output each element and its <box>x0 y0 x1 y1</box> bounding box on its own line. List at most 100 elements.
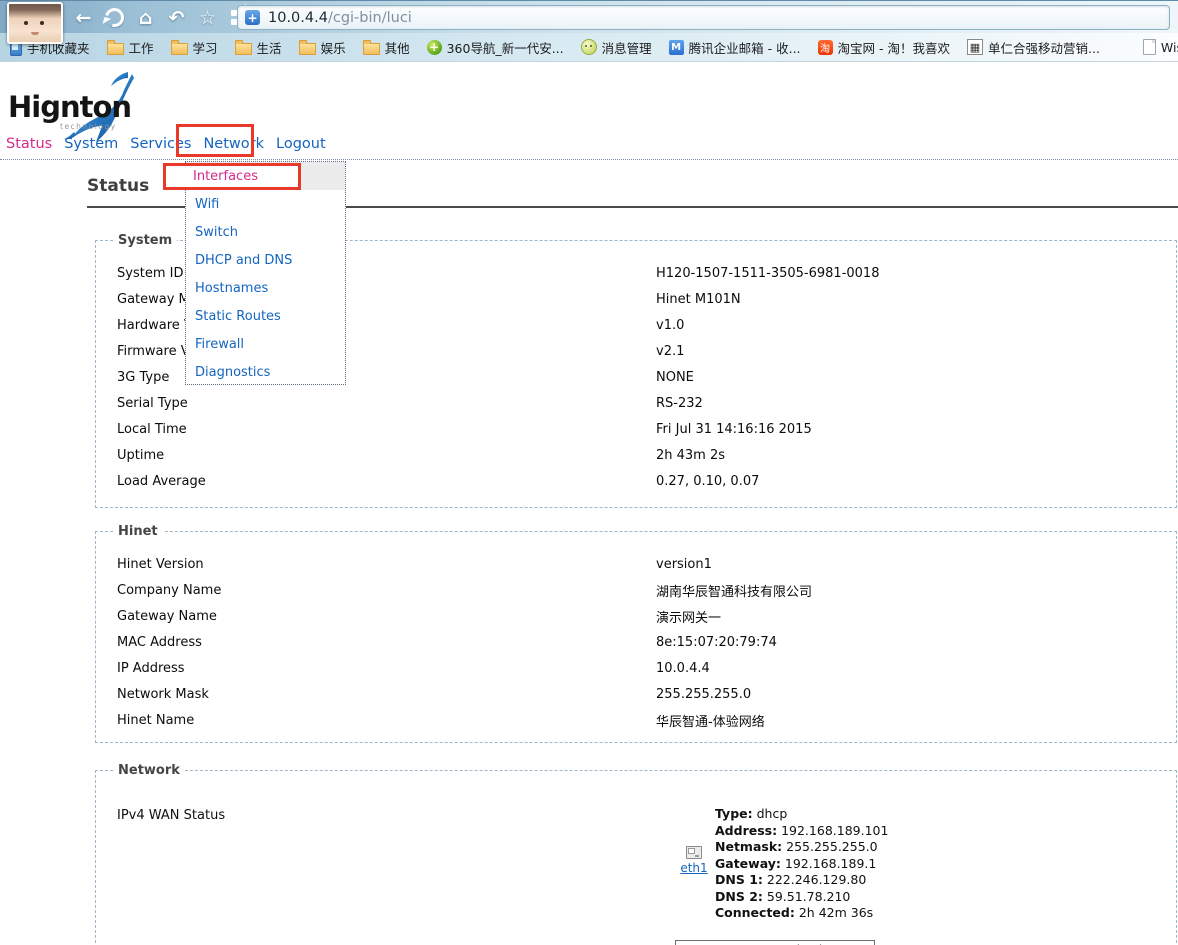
row-label: Hinet Name <box>96 713 656 728</box>
chat-icon <box>581 39 597 55</box>
wan-status-label: IPv4 WAN Status <box>117 808 225 823</box>
bookmarks-bar: 手机收藏夹 工作 学习 生活 娱乐 其他 360导航_新一代安... 消息管理 … <box>0 33 1178 62</box>
dropdown-item-dhcp-and-dns[interactable]: DHCP and DNS <box>186 246 345 274</box>
browser-window: ← ⌂↶ ☆ + 10.0.4.4/cgi-bin/luci 手机收藏夹 工作 学习… <box>0 0 1178 945</box>
bookmark-label: 消息管理 <box>602 38 652 57</box>
page-icon <box>1143 39 1156 55</box>
undo-button[interactable]: ↶ <box>161 5 192 31</box>
annotation-box-interfaces: Interfaces <box>163 163 301 190</box>
wan-detail-key: Address: <box>715 823 777 838</box>
hignton-logo: Hignton technology <box>6 72 166 142</box>
row-label: Hinet Version <box>96 557 656 572</box>
bookmark-item[interactable]: 娱乐 <box>299 38 346 57</box>
wan-details: Type: dhcp Address: 192.168.189.101 Netm… <box>715 806 888 922</box>
dropdown-item-label: Switch <box>195 225 238 240</box>
folder-icon <box>235 43 252 55</box>
bookmark-item[interactable]: 淘宝网 - 淘！我喜欢 <box>818 38 950 57</box>
site-security-icon[interactable]: + <box>245 10 260 25</box>
home-button[interactable]: ⌂ <box>130 5 161 31</box>
url-path: /cgi-bin/luci <box>328 10 412 26</box>
dropdown-item-interfaces[interactable]: Interfaces <box>186 162 345 190</box>
row-value: version1 <box>656 557 712 572</box>
bookmark-label: 淘宝网 - 淘！我喜欢 <box>838 38 950 57</box>
row-label: Local Time <box>96 422 656 437</box>
row-label: System ID <box>96 266 656 281</box>
favorites-star-icon: ☆ <box>199 7 216 29</box>
user-avatar[interactable] <box>7 2 63 44</box>
address-bar[interactable]: + 10.0.4.4/cgi-bin/luci <box>237 5 1170 30</box>
wan-detail-line: Gateway: 192.168.189.1 <box>715 856 888 873</box>
wan-detail-value: 255.255.255.0 <box>786 839 877 854</box>
dropdown-item-hostnames[interactable]: Hostnames <box>186 274 345 302</box>
url-text[interactable]: 10.0.4.4/cgi-bin/luci <box>268 10 412 26</box>
row-label: Network Mask <box>96 687 656 702</box>
wan-detail-value: 192.168.189.1 <box>785 856 876 871</box>
avatar-decor <box>24 21 28 25</box>
row-value: Hinet M101N <box>656 292 741 307</box>
bookmark-item[interactable]: 360导航_新一代安... <box>427 38 564 57</box>
section-network-legend: Network <box>113 763 185 778</box>
back-icon: ← <box>76 7 92 29</box>
wan-detail-line: DNS 1: 222.246.129.80 <box>715 872 888 889</box>
wan-detail-key: Gateway: <box>715 856 781 871</box>
taobao-icon <box>818 40 833 55</box>
wan-interface: eth1 <box>677 846 711 922</box>
wan-detail-line: Type: dhcp <box>715 806 888 823</box>
folder-icon <box>107 43 124 55</box>
status-row: Hinet Name 华辰智通-体验网络 <box>96 707 1176 733</box>
wan-detail-line: DNS 2: 59.51.78.210 <box>715 889 888 906</box>
active-connections-bar: 27 / 16384 (0%) <box>675 940 875 945</box>
mail-icon <box>669 40 684 55</box>
bookmark-item[interactable]: 生活 <box>235 38 282 57</box>
360-icon <box>427 40 442 55</box>
status-row: Network Mask 255.255.255.0 <box>96 681 1176 707</box>
bookmark-label: 学习 <box>193 38 218 57</box>
folder-icon <box>363 43 380 55</box>
row-value: H120-1507-1511-3505-6981-0018 <box>656 266 879 281</box>
row-label: Load Average <box>96 474 656 489</box>
nav-item-system[interactable]: System <box>64 136 118 152</box>
wan-detail-value: dhcp <box>757 806 788 821</box>
bookmark-item[interactable]: 工作 <box>107 38 154 57</box>
row-value: 华辰智通-体验网络 <box>656 711 765 730</box>
favorites-star-button[interactable]: ☆ <box>192 5 223 31</box>
dropdown-item-diagnostics[interactable]: Diagnostics <box>186 358 345 386</box>
dropdown-item-label: Diagnostics <box>195 365 270 380</box>
interface-link-eth1[interactable]: eth1 <box>680 861 707 875</box>
dropdown-item-label: Hostnames <box>195 281 268 296</box>
folder-icon <box>299 43 316 55</box>
nav-item-logout[interactable]: Logout <box>276 136 326 152</box>
wan-detail-line: Netmask: 255.255.255.0 <box>715 839 888 856</box>
dropdown-item-static-routes[interactable]: Static Routes <box>186 302 345 330</box>
row-value: v2.1 <box>656 344 684 359</box>
bookmark-item[interactable]: 学习 <box>171 38 218 57</box>
row-value: 2h 43m 2s <box>656 448 725 463</box>
refresh-button[interactable] <box>99 5 130 31</box>
nav-item-status[interactable]: Status <box>6 136 52 152</box>
dropdown-item-wifi[interactable]: Wifi <box>186 190 345 218</box>
wan-detail-key: Type: <box>715 806 753 821</box>
bookmark-label: WiseCRM NBS - ... <box>1161 40 1178 55</box>
wan-detail-value: 59.51.78.210 <box>767 889 851 904</box>
row-value: v1.0 <box>656 318 684 333</box>
bookmark-item[interactable]: 单仁合强移动营销... <box>967 38 1100 57</box>
bookmark-item[interactable]: 腾讯企业邮箱 - 收... <box>669 38 801 57</box>
bookmark-item[interactable]: 其他 <box>363 38 410 57</box>
row-label: Company Name <box>96 583 656 598</box>
bookmark-item[interactable]: 消息管理 <box>581 38 652 57</box>
danren-icon <box>967 39 983 55</box>
status-row: Serial Type RS-232 <box>96 390 1176 416</box>
avatar-decor <box>40 21 44 25</box>
bookmark-item[interactable]: WiseCRM NBS - ... <box>1143 39 1178 55</box>
dropdown-item-label: Wifi <box>195 197 219 212</box>
wan-detail-value: 192.168.189.101 <box>781 823 888 838</box>
logo-text: Hignton <box>8 90 131 124</box>
status-row: Uptime 2h 43m 2s <box>96 442 1176 468</box>
row-label: MAC Address <box>96 635 656 650</box>
row-label: 3G Type <box>96 370 656 385</box>
row-value: 湖南华辰智通科技有限公司 <box>656 581 812 600</box>
back-button[interactable]: ← <box>68 5 99 31</box>
row-label: Hardware Version <box>96 318 656 333</box>
dropdown-item-switch[interactable]: Switch <box>186 218 345 246</box>
dropdown-item-firewall[interactable]: Firewall <box>186 330 345 358</box>
